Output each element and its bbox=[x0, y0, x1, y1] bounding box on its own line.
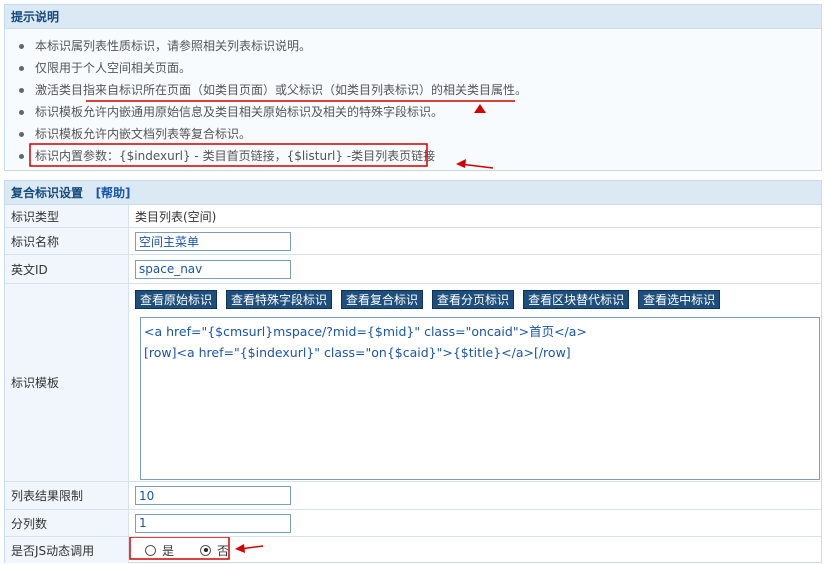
help-link[interactable]: [帮助] bbox=[96, 186, 131, 200]
bullet-icon bbox=[19, 154, 24, 159]
bullet-icon bbox=[19, 110, 24, 115]
row-name: 标识名称 bbox=[5, 228, 821, 255]
view-raw-tags-button[interactable]: 查看原始标识 bbox=[135, 290, 218, 309]
label-type: 标识类型 bbox=[5, 205, 129, 227]
view-special-field-tags-button[interactable]: 查看特殊字段标识 bbox=[226, 290, 333, 309]
limit-input[interactable] bbox=[135, 486, 291, 505]
row-limit: 列表结果限制 bbox=[5, 482, 821, 510]
row-cols: 分列数 bbox=[5, 510, 821, 537]
js-yes-label: 是 bbox=[162, 543, 175, 558]
tip-item: 标识模板允许内嵌通用原始信息及类目相关原始标识及相关的特殊字段标识。 bbox=[5, 101, 821, 123]
form-header: 复合标识设置 [帮助] bbox=[5, 181, 821, 205]
cols-input[interactable] bbox=[135, 513, 291, 533]
bullet-icon bbox=[19, 66, 24, 71]
js-yes-radio[interactable] bbox=[145, 544, 156, 556]
bullet-icon bbox=[19, 132, 24, 137]
bullet-icon bbox=[19, 88, 24, 93]
row-type: 标识类型 类目列表(空间) bbox=[5, 205, 821, 228]
label-template: 标识模板 bbox=[5, 284, 129, 481]
row-js: 是否JS动态调用 是 否 bbox=[5, 537, 821, 563]
tips-list: 本标识属列表性质标识，请参照相关列表标识说明。 仅限用于个人空间相关页面。 激活… bbox=[5, 29, 821, 167]
label-ename: 英文ID bbox=[5, 255, 129, 283]
label-name: 标识名称 bbox=[5, 228, 129, 254]
form-panel: 复合标识设置 [帮助] 标识类型 类目列表(空间) 标识名称 英文ID 标识模板… bbox=[4, 180, 822, 563]
bullet-icon bbox=[19, 44, 24, 49]
tip-item: 仅限用于个人空间相关页面。 bbox=[5, 57, 821, 79]
form-title: 复合标识设置 bbox=[11, 186, 84, 200]
view-paging-tags-button[interactable]: 查看分页标识 bbox=[432, 290, 515, 309]
view-selected-tags-button[interactable]: 查看选中标识 bbox=[638, 290, 721, 309]
label-js: 是否JS动态调用 bbox=[5, 537, 129, 563]
tip-item: 激活类目指来自标识所在页面（如类目页面）或父标识（如类目列表标识）的相关类目属性… bbox=[5, 79, 821, 101]
row-ename: 英文ID bbox=[5, 255, 821, 284]
value-type: 类目列表(空间) bbox=[135, 209, 217, 224]
tips-title: 提示说明 bbox=[5, 5, 821, 29]
view-compound-tags-button[interactable]: 查看复合标识 bbox=[341, 290, 424, 309]
template-textarea[interactable]: <a href="{$cmsurl}mspace/?mid={$mid}" cl… bbox=[140, 317, 820, 480]
name-input[interactable] bbox=[135, 231, 291, 251]
tip-item: 标识内置参数：{$indexurl} - 类目首页链接，{$listurl} -… bbox=[5, 145, 821, 167]
label-cols: 分列数 bbox=[5, 510, 129, 536]
row-template: 标识模板 查看原始标识 查看特殊字段标识 查看复合标识 查看分页标识 查看区块替… bbox=[5, 284, 821, 482]
tips-panel: 提示说明 本标识属列表性质标识，请参照相关列表标识说明。 仅限用于个人空间相关页… bbox=[4, 4, 822, 171]
label-limit: 列表结果限制 bbox=[5, 482, 129, 509]
tip-item: 本标识属列表性质标识，请参照相关列表标识说明。 bbox=[5, 35, 821, 57]
js-no-label: 否 bbox=[217, 543, 230, 558]
tip-item: 标识模板允许内嵌文档列表等复合标识。 bbox=[5, 123, 821, 145]
ename-input[interactable] bbox=[135, 259, 291, 279]
view-block-replace-tags-button[interactable]: 查看区块替代标识 bbox=[523, 290, 630, 309]
js-no-radio[interactable] bbox=[200, 544, 212, 556]
template-toolbar: 查看原始标识 查看特殊字段标识 查看复合标识 查看分页标识 查看区块替代标识 查… bbox=[135, 290, 721, 309]
